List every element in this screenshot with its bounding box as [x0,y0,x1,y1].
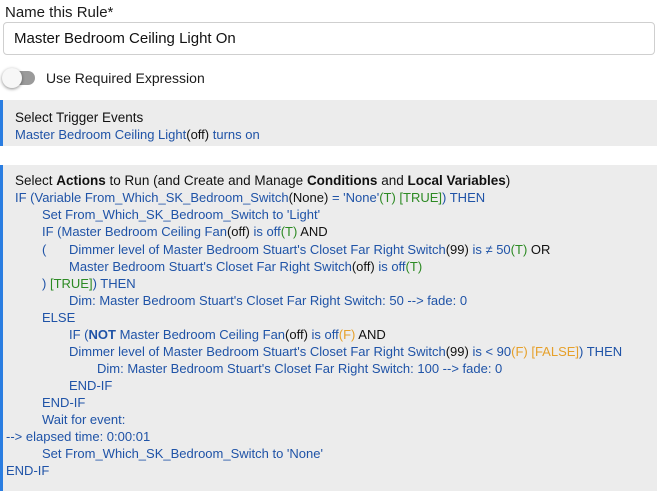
action-line-16: Set From_Which_SK_Bedroom_Switch to 'Non… [42,446,323,461]
action-line-13: END-IF [42,395,86,410]
actions-heading: Select Actions to Run (and Create and Ma… [15,172,510,189]
heading-text: ) [505,173,511,188]
required-expression-label: Use Required Expression [46,70,205,86]
heading-text: to Run (and Create and Manage [105,173,307,188]
operator: OR [527,242,551,257]
heading-conditions: Conditions [306,173,378,188]
code-text: ) [42,276,50,291]
action-line-8: ELSE [42,310,76,325]
code-text: is < 90 [468,344,512,359]
code-text: ) THEN [579,344,623,359]
trigger-event-line: Master Bedroom Ceiling Light(off) turns … [15,126,260,143]
false-indicator: (F) [338,327,356,342]
false-indicator: (F) [FALSE] [511,344,580,359]
toggle-knob [2,68,22,88]
code-text: Master Bedroom Stuart's Closet Far Right… [69,259,352,274]
action-line-12: END-IF [69,378,113,393]
action-line-4: Dimmer level of Master Bedroom Stuart's … [69,241,550,258]
action-line-17: END-IF [6,463,50,478]
action-line-2: Set From_Which_SK_Bedroom_Switch to 'Lig… [42,207,321,222]
heading-text: and [377,173,408,188]
true-indicator: (T) [510,242,528,257]
true-indicator: (T) [405,259,423,274]
trigger-events-card[interactable]: Select Trigger Events Master Bedroom Cei… [0,100,657,146]
code-text: Master Bedroom Ceiling Fan [115,327,286,342]
code-text: = 'None' [328,190,380,205]
trigger-device: Master Bedroom Ceiling Light [15,127,187,142]
heading-actions: Actions [56,173,106,188]
action-line-4-paren: ( [42,242,47,257]
device-state: (off) [351,259,375,274]
device-state: (off) [285,327,308,342]
code-text: is off [307,327,339,342]
code-text: Dimmer level of Master Bedroom Stuart's … [69,242,446,257]
not-operator: NOT [88,327,116,342]
code-text: ) THEN [92,276,136,291]
action-line-9: IF (NOT Master Bedroom Ceiling Fan(off) … [69,326,386,343]
trigger-device-state: (off) [186,127,210,142]
device-state: (99) [445,344,469,359]
action-line-7: Dim: Master Bedroom Stuart's Closet Far … [69,293,468,308]
required-expression-toggle[interactable] [2,68,35,88]
action-line-3: IF (Master Bedroom Ceiling Fan(off) is o… [42,223,328,240]
operator: AND [355,327,386,342]
heading-text: Select [15,173,57,188]
device-state: (99) [445,242,469,257]
heading-local-variables: Local Variables [407,173,506,188]
operator: AND [297,224,328,239]
trigger-events-heading: Select Trigger Events [15,110,144,125]
device-state: (None) [288,190,329,205]
code-text: is ≠ 50 [468,242,511,257]
true-indicator: (T) [280,224,298,239]
code-text: ) THEN [442,190,486,205]
action-line-14: Wait for event: [42,412,126,427]
true-indicator: (T) [TRUE] [379,190,443,205]
action-line-10: Dimmer level of Master Bedroom Stuart's … [69,343,622,360]
code-text: is off [249,224,281,239]
true-indicator: [TRUE] [49,276,93,291]
code-text: Dimmer level of Master Bedroom Stuart's … [69,344,446,359]
action-line-15: --> elapsed time: 0:00:01 [6,429,151,444]
rule-name-label: Name this Rule* [5,4,114,21]
code-text: is off [374,259,406,274]
action-line-5: Master Bedroom Stuart's Closet Far Right… [69,258,422,275]
action-line-6: ) [TRUE]) THEN [42,275,136,292]
actions-card[interactable]: Select Actions to Run (and Create and Ma… [0,165,657,491]
code-text: IF (Master Bedroom Ceiling Fan [42,224,227,239]
code-text: IF (Variable From_Which_SK_Bedroom_Switc… [15,190,289,205]
code-text: IF ( [69,327,89,342]
device-state: (off) [226,224,250,239]
action-line-11: Dim: Master Bedroom Stuart's Closet Far … [97,361,503,376]
rule-name-input[interactable]: Master Bedroom Ceiling Light On [3,22,655,55]
action-line-1: IF (Variable From_Which_SK_Bedroom_Switc… [15,189,485,206]
trigger-condition: turns on [209,127,260,142]
